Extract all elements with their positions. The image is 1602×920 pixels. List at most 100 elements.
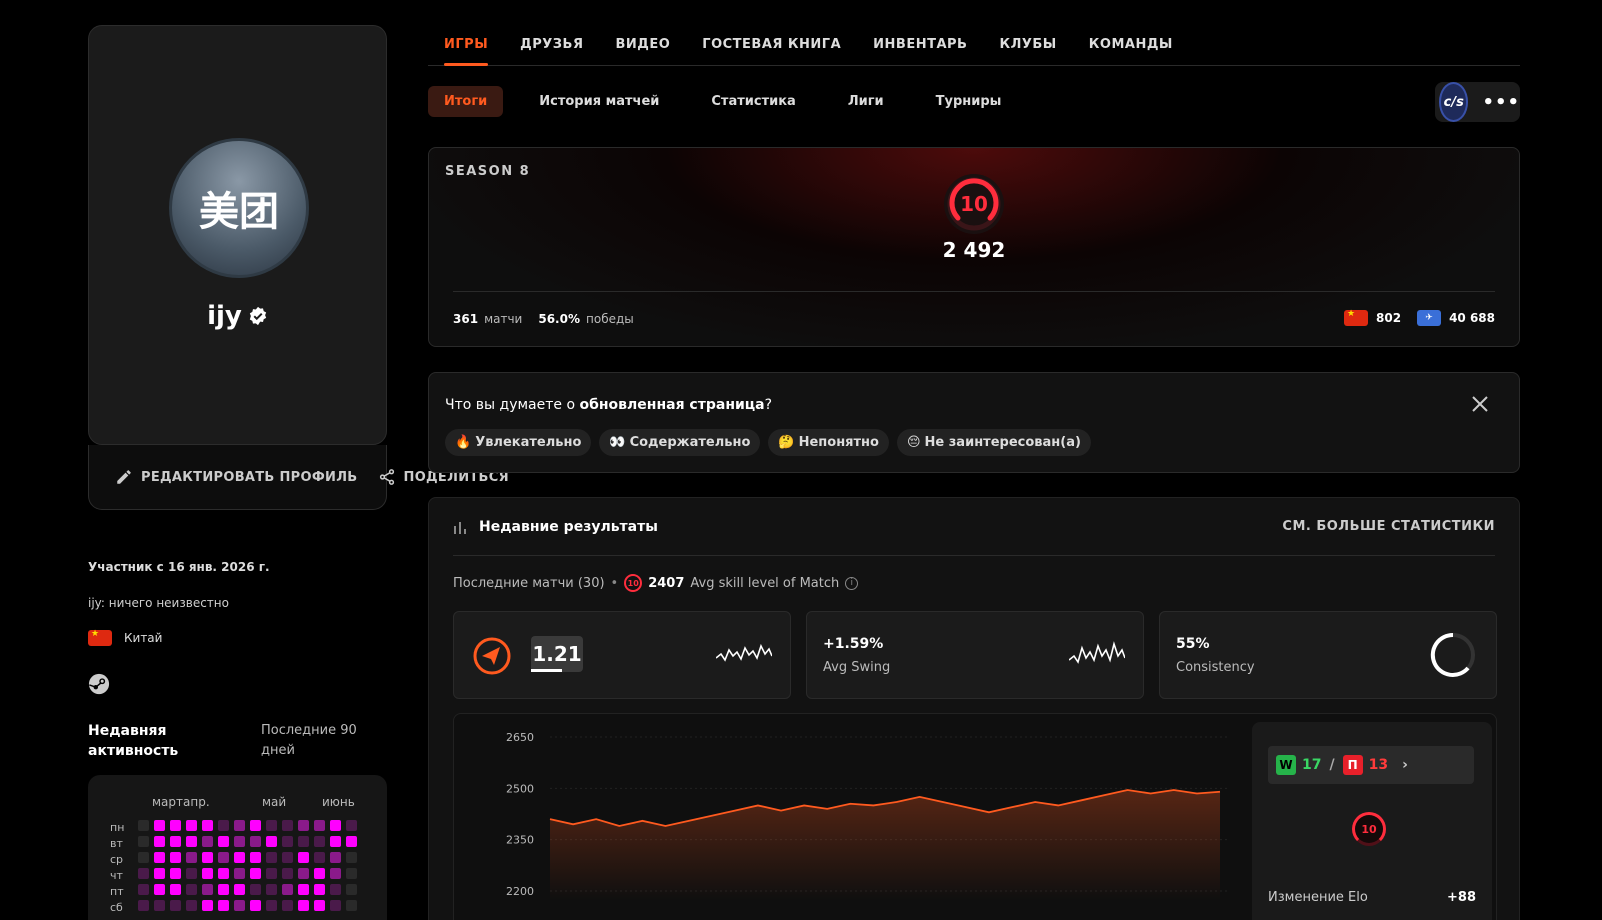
- activity-cell[interactable]: [202, 852, 213, 863]
- activity-cell[interactable]: [138, 836, 149, 847]
- subtab-statistics[interactable]: Статистика: [695, 86, 811, 117]
- subtab-leagues[interactable]: Лиги: [832, 86, 900, 117]
- win-loss-summary[interactable]: W 17 / П 13 ›: [1268, 746, 1474, 784]
- feedback-option-exciting[interactable]: 🔥 Увлекательно: [445, 429, 592, 456]
- close-icon[interactable]: [1471, 395, 1489, 413]
- activity-cell[interactable]: [250, 820, 261, 831]
- activity-cell[interactable]: [346, 820, 357, 831]
- activity-cell[interactable]: [346, 884, 357, 895]
- activity-cell[interactable]: [234, 868, 245, 879]
- country-ranking[interactable]: 802: [1344, 309, 1401, 326]
- activity-cell[interactable]: [202, 820, 213, 831]
- activity-cell[interactable]: [330, 884, 341, 895]
- activity-cell[interactable]: [218, 820, 229, 831]
- activity-cell[interactable]: [282, 868, 293, 879]
- activity-cell[interactable]: [202, 884, 213, 895]
- feedback-option-informative[interactable]: 👀 Содержательно: [599, 429, 761, 456]
- activity-cell[interactable]: [346, 836, 357, 847]
- tab-friends[interactable]: ДРУЗЬЯ: [520, 0, 583, 66]
- cs-game-icon[interactable]: c/s: [1439, 82, 1469, 122]
- activity-cell[interactable]: [298, 868, 309, 879]
- activity-cell[interactable]: [298, 884, 309, 895]
- activity-cell[interactable]: [154, 852, 165, 863]
- activity-cell[interactable]: [138, 868, 149, 879]
- activity-cell[interactable]: [282, 900, 293, 911]
- activity-cell[interactable]: [186, 852, 197, 863]
- feedback-option-confusing[interactable]: 🤔 Непонятно: [768, 429, 889, 456]
- activity-cell[interactable]: [170, 868, 181, 879]
- activity-cell[interactable]: [314, 820, 325, 831]
- tab-games[interactable]: ИГРЫ: [444, 0, 489, 66]
- info-icon[interactable]: i: [845, 576, 859, 590]
- activity-cell[interactable]: [234, 852, 245, 863]
- activity-cell[interactable]: [186, 900, 197, 911]
- activity-cell[interactable]: [314, 884, 325, 895]
- steam-icon[interactable]: [88, 673, 110, 695]
- activity-cell[interactable]: [234, 820, 245, 831]
- activity-cell[interactable]: [282, 836, 293, 847]
- activity-cell[interactable]: [330, 868, 341, 879]
- activity-cell[interactable]: [218, 900, 229, 911]
- activity-cell[interactable]: [170, 884, 181, 895]
- activity-cell[interactable]: [314, 868, 325, 879]
- activity-cell[interactable]: [186, 820, 197, 831]
- rating-metric[interactable]: 1.21: [453, 611, 791, 699]
- activity-cell[interactable]: [314, 900, 325, 911]
- activity-cell[interactable]: [346, 900, 357, 911]
- activity-cell[interactable]: [234, 836, 245, 847]
- activity-cell[interactable]: [154, 900, 165, 911]
- activity-cell[interactable]: [186, 868, 197, 879]
- activity-cell[interactable]: [330, 820, 341, 831]
- activity-cell[interactable]: [218, 884, 229, 895]
- activity-cell[interactable]: [298, 852, 309, 863]
- tab-video[interactable]: ВИДЕО: [615, 0, 670, 66]
- see-more-stats-link[interactable]: СМ. БОЛЬШЕ СТАТИСТИКИ: [1282, 519, 1495, 534]
- activity-cell[interactable]: [282, 820, 293, 831]
- activity-cell[interactable]: [250, 852, 261, 863]
- activity-cell[interactable]: [138, 900, 149, 911]
- activity-cell[interactable]: [154, 884, 165, 895]
- activity-cell[interactable]: [314, 836, 325, 847]
- activity-cell[interactable]: [298, 836, 309, 847]
- activity-cell[interactable]: [202, 836, 213, 847]
- activity-cell[interactable]: [250, 884, 261, 895]
- activity-cell[interactable]: [170, 852, 181, 863]
- activity-cell[interactable]: [234, 900, 245, 911]
- activity-cell[interactable]: [266, 900, 277, 911]
- activity-cell[interactable]: [170, 900, 181, 911]
- activity-cell[interactable]: [202, 900, 213, 911]
- activity-cell[interactable]: [138, 852, 149, 863]
- subtab-tournaments[interactable]: Турниры: [920, 86, 1018, 117]
- subtab-match-history[interactable]: История матчей: [523, 86, 675, 117]
- activity-cell[interactable]: [330, 852, 341, 863]
- activity-cell[interactable]: [170, 836, 181, 847]
- region-ranking[interactable]: ✈ 40 688: [1417, 310, 1495, 326]
- subtab-overview[interactable]: Итоги: [428, 86, 504, 117]
- activity-cell[interactable]: [250, 836, 261, 847]
- avatar[interactable]: 美团: [169, 138, 309, 278]
- more-options-icon[interactable]: •••: [1482, 92, 1520, 113]
- activity-cell[interactable]: [282, 852, 293, 863]
- activity-cell[interactable]: [250, 900, 261, 911]
- activity-cell[interactable]: [186, 836, 197, 847]
- activity-cell[interactable]: [298, 900, 309, 911]
- activity-cell[interactable]: [186, 884, 197, 895]
- activity-cell[interactable]: [202, 868, 213, 879]
- activity-cell[interactable]: [282, 884, 293, 895]
- feedback-option-not-interested[interactable]: 😔 Не заинтересован(а): [896, 429, 1091, 456]
- activity-cell[interactable]: [170, 820, 181, 831]
- activity-cell[interactable]: [138, 884, 149, 895]
- tab-clubs[interactable]: КЛУБЫ: [999, 0, 1056, 66]
- tab-guestbook[interactable]: ГОСТЕВАЯ КНИГА: [702, 0, 841, 66]
- activity-cell[interactable]: [234, 884, 245, 895]
- activity-cell[interactable]: [266, 852, 277, 863]
- activity-cell[interactable]: [266, 868, 277, 879]
- activity-cell[interactable]: [154, 836, 165, 847]
- tab-teams[interactable]: КОМАНДЫ: [1089, 0, 1173, 66]
- activity-cell[interactable]: [250, 868, 261, 879]
- activity-cell[interactable]: [154, 868, 165, 879]
- activity-cell[interactable]: [314, 852, 325, 863]
- activity-cell[interactable]: [218, 868, 229, 879]
- avg-swing-metric[interactable]: +1.59% Avg Swing: [806, 611, 1144, 699]
- activity-cell[interactable]: [218, 836, 229, 847]
